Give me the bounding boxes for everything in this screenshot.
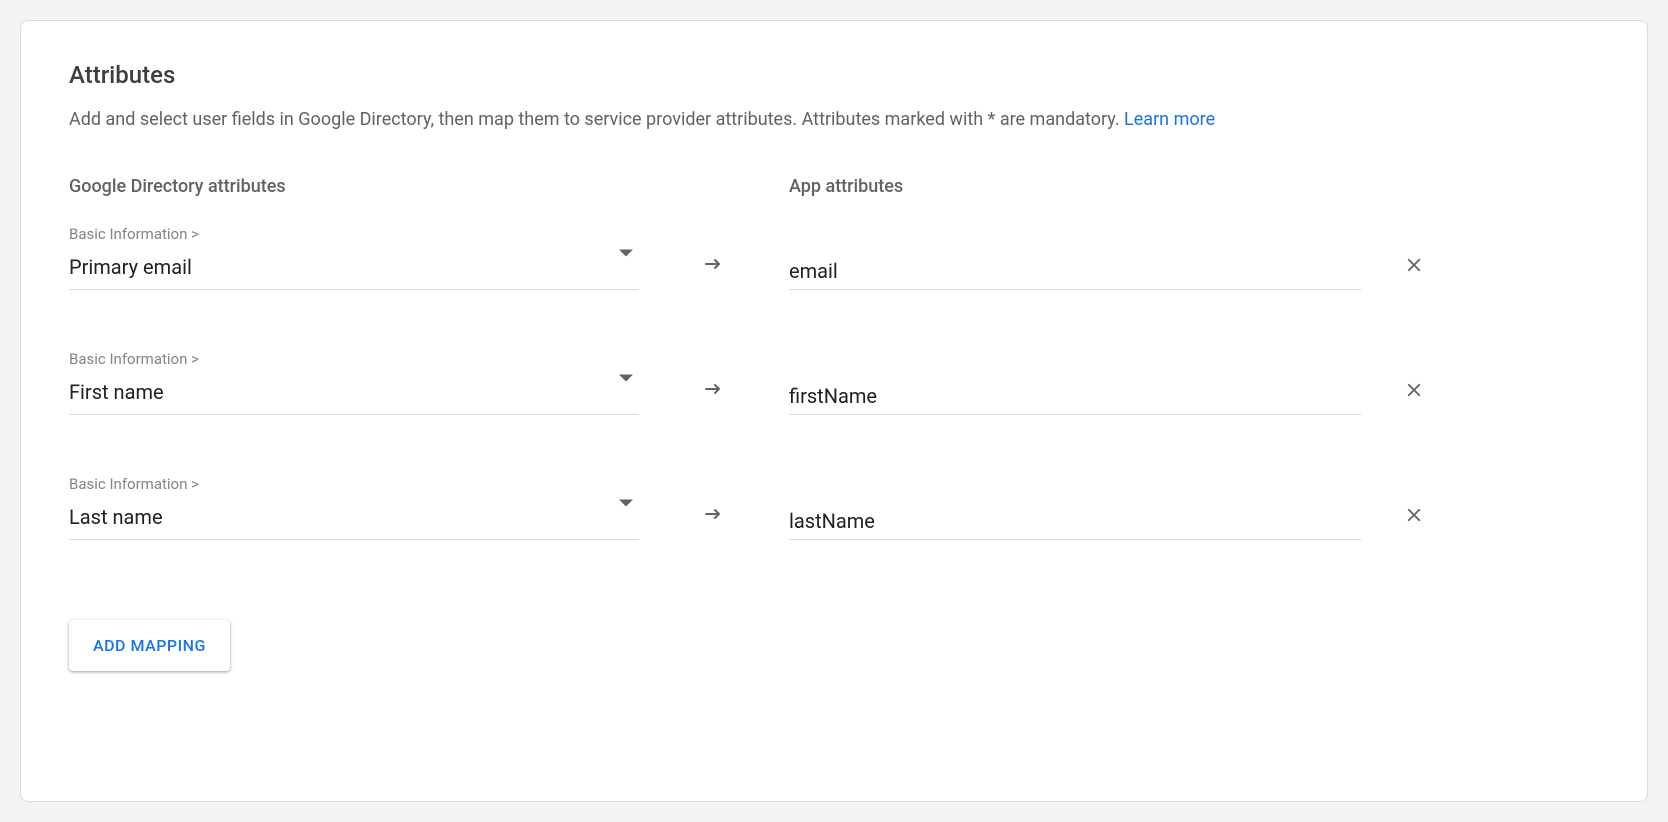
app-attribute-input[interactable] [789,259,1361,283]
directory-attribute-select[interactable]: Basic Information > First name [69,350,639,415]
section-title: Attributes [69,61,1599,89]
learn-more-link[interactable]: Learn more [1124,109,1215,130]
remove-mapping-button[interactable] [1397,248,1431,282]
app-attribute-field [789,509,1361,540]
attributes-card: Attributes Add and select user fields in… [20,20,1648,802]
directory-attribute-value: Primary email [69,255,639,279]
arrow-right-icon [639,502,789,540]
description-text: Add and select user fields in Google Dir… [69,109,1124,130]
app-attribute-input[interactable] [789,384,1361,408]
directory-attribute-select[interactable]: Basic Information > Primary email [69,225,639,290]
mapping-row: Basic Information > First name [69,350,1599,415]
mapping-row: Basic Information > Primary email [69,225,1599,290]
app-attributes-header: App attributes [789,176,903,197]
close-icon [1403,379,1425,401]
directory-attribute-category: Basic Information > [69,225,639,243]
directory-attribute-category: Basic Information > [69,475,639,493]
add-mapping-button[interactable]: ADD MAPPING [69,620,230,671]
app-attribute-input[interactable] [789,509,1361,533]
section-description: Add and select user fields in Google Dir… [69,107,1599,132]
mapping-row: Basic Information > Last name [69,475,1599,540]
app-attribute-field [789,259,1361,290]
directory-attribute-category: Basic Information > [69,350,639,368]
app-attribute-field [789,384,1361,415]
columns-header: Google Directory attributes App attribut… [69,176,1599,197]
arrow-right-icon [639,377,789,415]
chevron-down-icon [619,374,633,382]
remove-mapping-button[interactable] [1397,498,1431,532]
chevron-down-icon [619,249,633,257]
arrow-right-icon [639,252,789,290]
close-icon [1403,504,1425,526]
chevron-down-icon [619,499,633,507]
close-icon [1403,254,1425,276]
directory-attribute-select[interactable]: Basic Information > Last name [69,475,639,540]
directory-attribute-value: Last name [69,505,639,529]
directory-attribute-value: First name [69,380,639,404]
remove-mapping-button[interactable] [1397,373,1431,407]
directory-attributes-header: Google Directory attributes [69,176,789,197]
